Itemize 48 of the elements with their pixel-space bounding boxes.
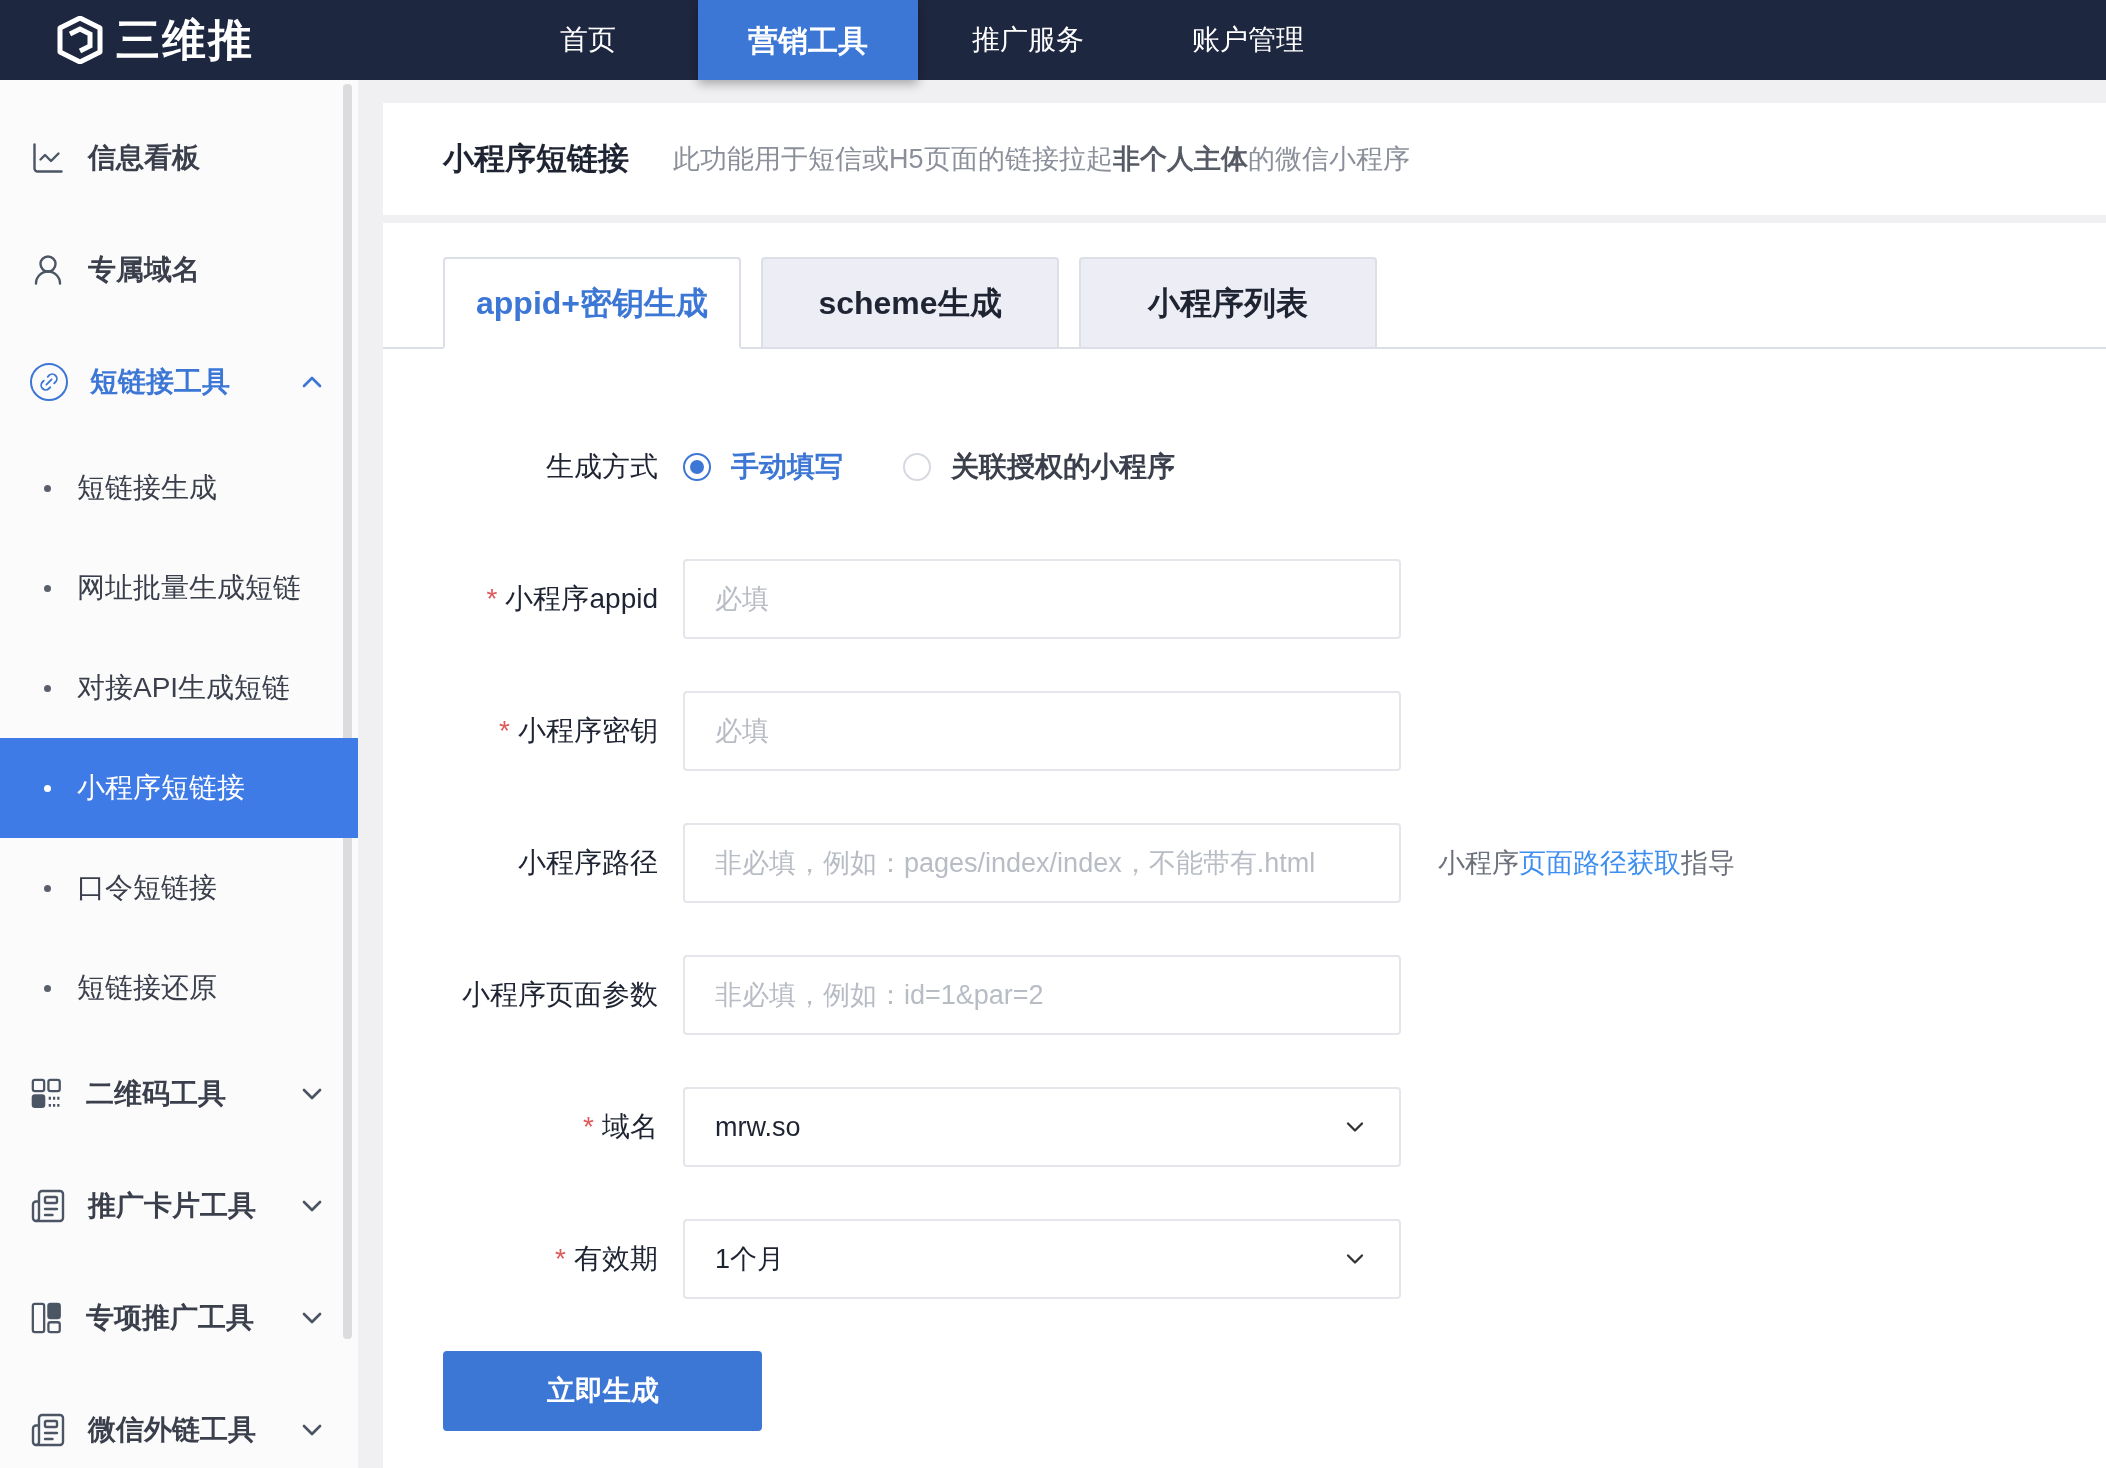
card-icon xyxy=(30,1412,66,1448)
input-field[interactable]: 必填 xyxy=(683,559,1401,639)
input-field[interactable]: 非必填，例如：pages/index/index，不能带有.html xyxy=(683,823,1401,903)
select-field[interactable]: mrw.so xyxy=(683,1087,1401,1167)
select-field[interactable]: 1个月 xyxy=(683,1219,1401,1299)
input-field[interactable]: 非必填，例如：id=1&par=2 xyxy=(683,955,1401,1035)
submenu-item[interactable]: 短链接生成 xyxy=(0,438,358,538)
tab[interactable]: appid+密钥生成 xyxy=(443,257,741,349)
submit-button[interactable]: 立即生成 xyxy=(443,1351,762,1431)
sidebar-item[interactable]: 信息看板 xyxy=(0,102,358,214)
nav-tab[interactable]: 推广服务 xyxy=(918,0,1138,80)
field-label: * 小程序密钥 xyxy=(498,714,658,748)
sidebar-item[interactable]: 微信外链工具 xyxy=(0,1374,358,1468)
submenu-item[interactable]: 短链接还原 xyxy=(0,938,358,1038)
sidebar-item[interactable]: 专项推广工具 xyxy=(0,1262,358,1374)
sidebar-item[interactable]: 二维码工具 xyxy=(0,1038,358,1150)
field-label: * 域名 xyxy=(582,1110,658,1144)
submenu-item[interactable]: 小程序短链接 xyxy=(0,738,358,838)
logo-icon xyxy=(56,16,104,64)
field-label: * 有效期 xyxy=(554,1242,658,1276)
card-icon xyxy=(30,1188,66,1224)
field-label: * 小程序appid xyxy=(485,582,658,616)
page-description: 此功能用于短信或H5页面的链接拉起非个人主体的微信小程序 xyxy=(673,142,1410,176)
logo-text: 三维推 xyxy=(116,14,255,66)
submenu-item[interactable]: 网址批量生成短链 xyxy=(0,538,358,638)
field-label: 小程序页面参数 xyxy=(461,978,658,1012)
tab[interactable]: 小程序列表 xyxy=(1079,257,1377,349)
sidebar-item[interactable]: 推广卡片工具 xyxy=(0,1150,358,1262)
nav-tab[interactable]: 账户管理 xyxy=(1138,0,1358,80)
sidebar-item[interactable]: 专属域名 xyxy=(0,214,358,326)
input-field[interactable]: 必填 xyxy=(683,691,1401,771)
panels-icon xyxy=(30,1301,64,1335)
radio-label: 关联授权的小程序 xyxy=(951,450,1175,484)
chart-icon xyxy=(30,140,66,176)
radio-button[interactable] xyxy=(683,453,711,481)
submenu-item[interactable]: 对接API生成短链 xyxy=(0,638,358,738)
tab[interactable]: scheme生成 xyxy=(761,257,1059,349)
page-title: 小程序短链接 xyxy=(443,139,629,178)
field-label: 小程序路径 xyxy=(517,846,658,880)
nav-tab[interactable]: 营销工具 xyxy=(698,0,918,80)
field-label: 生成方式 xyxy=(545,450,658,484)
radio-label: 手动填写 xyxy=(731,450,843,484)
link-icon xyxy=(30,363,68,401)
qr-code-icon xyxy=(30,1077,64,1111)
nav-tab[interactable]: 首页 xyxy=(478,0,698,80)
submenu-item[interactable]: 口令短链接 xyxy=(0,838,358,938)
sidebar-item[interactable]: 短链接工具 xyxy=(0,326,358,438)
help-text: 小程序页面路径获取指导 xyxy=(1438,846,1735,880)
